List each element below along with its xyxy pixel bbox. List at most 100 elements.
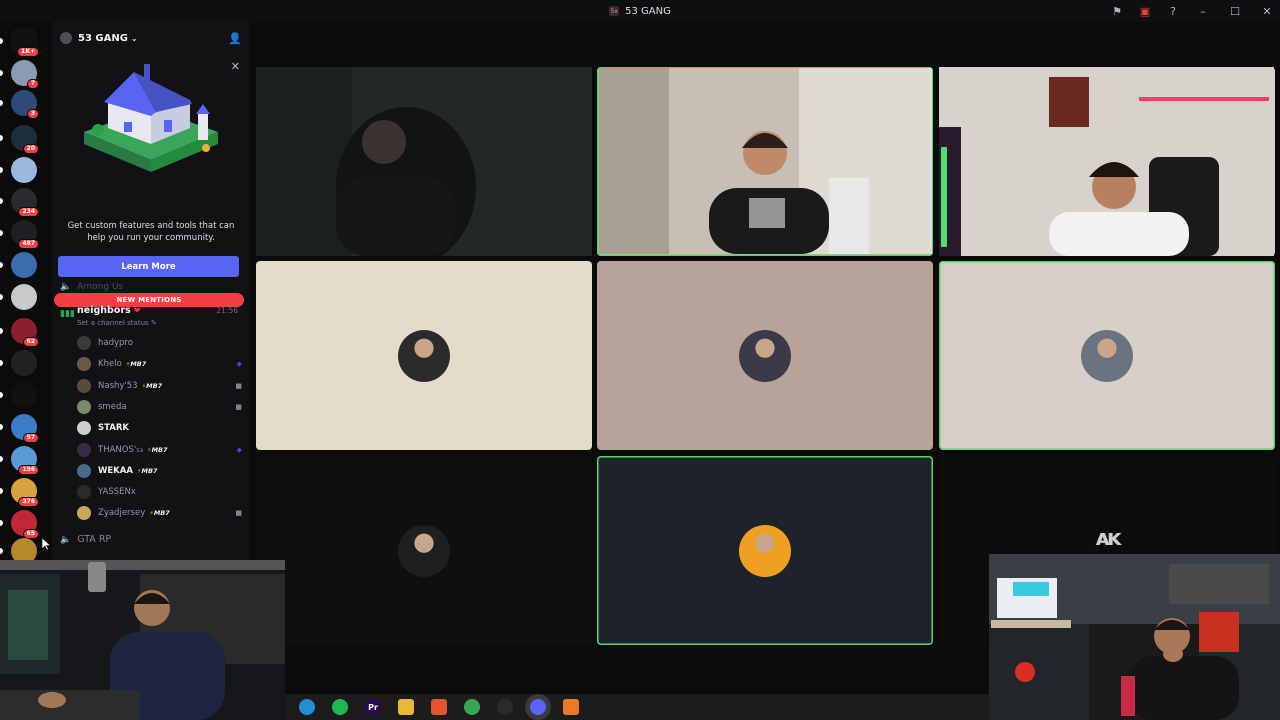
server-icon-13[interactable]: 57 xyxy=(11,414,39,443)
unread-pill xyxy=(0,392,3,398)
channel-name: neighbors xyxy=(77,305,131,316)
server-icon-6[interactable]: 234 xyxy=(11,188,39,217)
mention-badge: 3 xyxy=(26,109,39,119)
server-icon-11[interactable] xyxy=(11,350,37,376)
speaker-icon: 🔈 xyxy=(60,534,72,545)
taskbar-chrome-icon[interactable] xyxy=(464,699,480,715)
flag-icon[interactable]: ⚑ xyxy=(1110,4,1124,18)
streamer-webcam-left xyxy=(0,560,285,720)
avatar xyxy=(77,378,91,393)
server-icon-10[interactable]: 62 xyxy=(11,318,39,347)
member-tag: ⚡MB7 xyxy=(149,509,170,518)
server-icon-8[interactable] xyxy=(11,252,37,278)
chevron-down-icon: ⌄ xyxy=(130,33,138,43)
activity-icon: ◆ xyxy=(236,360,242,369)
unread-pill xyxy=(0,424,3,430)
activity-icon: ◆ xyxy=(236,445,242,454)
member-name: smeda xyxy=(98,401,127,412)
participant-avatar xyxy=(398,524,450,577)
discord-window: 5x 53 GANG ⚑ ▣ ? – ☐ ✕ 1K+ 7 3 20 234 487 62 57… xyxy=(0,0,1280,720)
unread-pill xyxy=(0,294,3,300)
participant-avatar xyxy=(1081,329,1133,382)
server-name: 53 GANG xyxy=(78,32,128,44)
voice-member[interactable]: Nashy'53 ⚡MB7 ■ xyxy=(77,377,242,395)
server-icon-12[interactable] xyxy=(11,382,37,408)
member-name: Khelo xyxy=(98,359,122,370)
taskbar-premiere-icon[interactable]: Pr xyxy=(365,699,381,715)
unread-pill xyxy=(0,70,3,76)
channel-status-input[interactable]: Set a channel status ✎ xyxy=(77,319,157,327)
participant-tile[interactable] xyxy=(597,456,933,645)
server-icon-1[interactable]: 1K+ xyxy=(11,28,39,57)
server-icon-3[interactable]: 3 xyxy=(11,90,39,119)
taskbar-obs-icon[interactable] xyxy=(497,699,513,715)
close-icon[interactable]: ✕ xyxy=(231,60,240,73)
server-icon-14[interactable]: 196 xyxy=(11,446,39,475)
camera-icon: ■ xyxy=(235,402,242,411)
help-icon[interactable]: ? xyxy=(1166,4,1180,18)
minimize-button[interactable]: – xyxy=(1194,4,1212,18)
server-icon-2[interactable]: 7 xyxy=(11,60,39,89)
unread-pill xyxy=(0,548,3,554)
mention-badge: 487 xyxy=(18,239,39,249)
taskbar-spotify-icon[interactable] xyxy=(332,699,348,715)
participant-video-1[interactable] xyxy=(256,67,592,256)
server-icon-15[interactable]: 376 xyxy=(11,478,39,507)
member-tag: ⚡MB7 xyxy=(136,466,158,475)
avatar xyxy=(77,506,91,521)
invite-people-icon[interactable]: 👤 xyxy=(228,32,242,45)
participant-video-3[interactable] xyxy=(939,67,1274,256)
maximize-button[interactable]: ☐ xyxy=(1226,4,1244,18)
participant-avatar xyxy=(739,329,791,382)
heart-icon: ❤ xyxy=(133,306,141,315)
server-header[interactable]: 53 GANG ⌄ 👤 xyxy=(52,22,250,54)
mouse-cursor xyxy=(42,538,51,551)
mention-badge: 1K+ xyxy=(17,47,39,57)
taskbar-files-icon[interactable] xyxy=(398,699,414,715)
member-name: YASSENx xyxy=(98,487,136,498)
voice-member[interactable]: WEKAA ⚡MB7 xyxy=(77,462,242,480)
learn-more-button[interactable]: Learn More xyxy=(58,256,239,277)
unread-pill xyxy=(0,100,3,106)
voice-member[interactable]: Zyadjersey ⚡MB7 ■ xyxy=(77,504,242,522)
channel-among-us[interactable]: 🔈 Among Us xyxy=(60,282,123,292)
voice-member[interactable]: hadypro xyxy=(77,334,242,352)
server-icon-4[interactable]: 20 xyxy=(11,125,39,154)
participant-video-2[interactable] xyxy=(599,68,932,254)
unread-pill xyxy=(0,328,3,334)
taskbar-brave-icon[interactable] xyxy=(431,699,447,715)
participant-tile[interactable] xyxy=(939,261,1275,450)
voice-member[interactable]: Khelo ⚡MB7 ◆ xyxy=(77,355,242,373)
channel-neighbors[interactable]: ▮▮▮ neighbors ❤ 21:56 Set a channel statu… xyxy=(60,305,242,331)
unread-pill xyxy=(0,38,3,44)
taskbar-other-icon[interactable] xyxy=(563,699,579,715)
voice-member[interactable]: STARK xyxy=(77,419,242,437)
taskbar-edge-icon[interactable] xyxy=(299,699,315,715)
server-icon-9[interactable] xyxy=(11,284,37,310)
avatar xyxy=(77,336,91,350)
speaker-icon: 🔈 xyxy=(60,282,72,292)
taskbar-discord-icon[interactable] xyxy=(530,699,546,715)
participant-avatar xyxy=(739,524,791,577)
camera-icon: ■ xyxy=(235,509,242,518)
participant-tile[interactable] xyxy=(597,261,933,450)
participant-tile[interactable] xyxy=(256,261,592,450)
participant-tile[interactable] xyxy=(256,456,592,645)
close-window-button[interactable]: ✕ xyxy=(1258,4,1276,18)
channel-time: 21:56 xyxy=(216,306,238,315)
member-name: hadypro xyxy=(98,338,133,348)
member-name: WEKAA xyxy=(98,465,133,476)
channel-gta-rp[interactable]: 🔈 GTA RP xyxy=(60,534,111,545)
avatar xyxy=(77,485,91,500)
avatar xyxy=(77,357,91,372)
server-icon-16[interactable]: 65 xyxy=(11,510,39,539)
voice-member[interactable]: YASSENx xyxy=(77,483,242,501)
promo-text: Get custom features and tools that can h… xyxy=(67,221,235,243)
server-icon-5[interactable] xyxy=(11,157,37,183)
house-illustration xyxy=(84,64,218,172)
inbox-icon[interactable]: ▣ xyxy=(1138,4,1152,18)
voice-member[interactable]: THANOS'₅₃ ⚡MB7 ◆ xyxy=(77,441,242,459)
voice-member[interactable]: smeda ■ xyxy=(77,398,242,416)
server-icon-7[interactable]: 487 xyxy=(11,220,39,249)
mention-badge: 7 xyxy=(26,79,39,89)
